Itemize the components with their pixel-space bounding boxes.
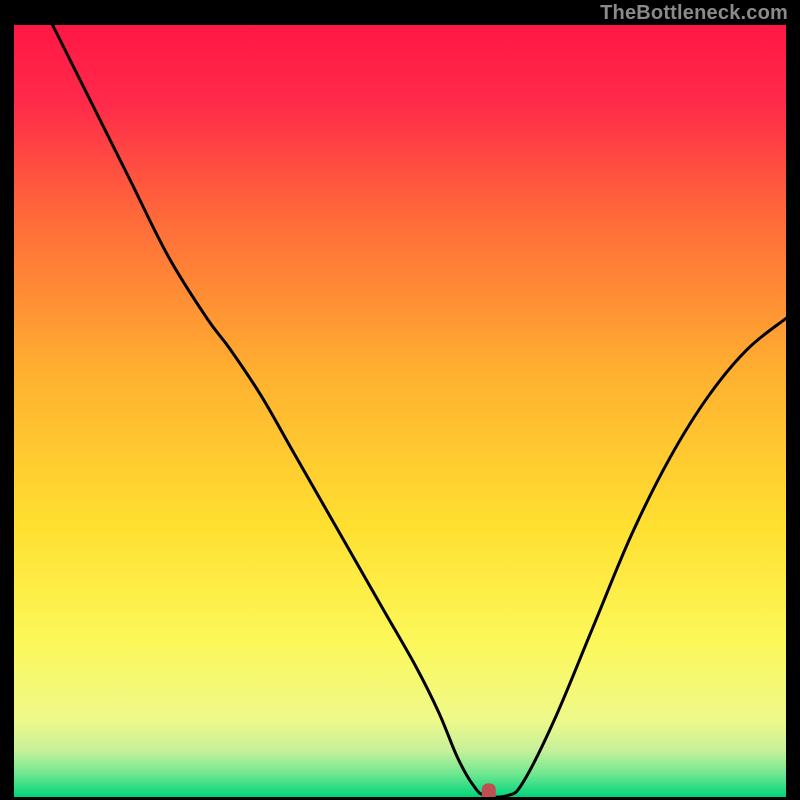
watermark-text: TheBottleneck.com xyxy=(600,2,788,25)
chart-wrapper: TheBottleneck.com xyxy=(0,0,800,800)
bottleneck-point-marker xyxy=(482,783,496,797)
plot-background xyxy=(14,25,786,797)
bottleneck-chart xyxy=(14,25,786,797)
